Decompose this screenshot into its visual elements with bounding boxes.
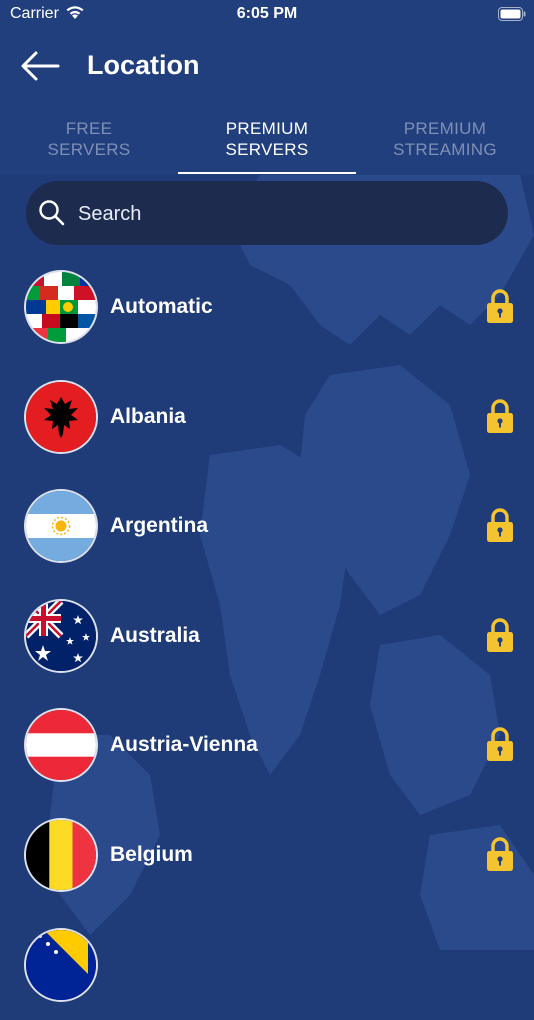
tab-label-line2: SERVERS xyxy=(47,140,131,159)
tab-premium-streaming[interactable]: PREMIUM STREAMING xyxy=(356,118,534,160)
server-row-australia[interactable]: Australia xyxy=(0,581,534,691)
lock-icon xyxy=(487,508,513,542)
austria-flag-icon xyxy=(26,710,96,780)
tab-label-line2: STREAMING xyxy=(393,140,497,159)
server-name: Austria-Vienna xyxy=(110,733,258,756)
server-row-argentina[interactable]: Argentina xyxy=(0,471,534,581)
tab-label-line1: FREE xyxy=(65,119,113,138)
server-name: Australia xyxy=(110,624,200,647)
argentina-flag-icon xyxy=(26,491,96,561)
bosnia-flag-icon xyxy=(26,930,96,1000)
tab-premium-servers[interactable]: PREMIUM SERVERS xyxy=(178,118,356,160)
server-row-albania[interactable]: Albania xyxy=(0,362,534,472)
tab-label-line1: PREMIUM xyxy=(403,119,487,138)
search-bar[interactable]: Search xyxy=(26,181,508,245)
tab-free-servers[interactable]: FREE SERVERS xyxy=(0,118,178,160)
server-tabs: FREE SERVERS PREMIUM SERVERS PREMIUM STR… xyxy=(0,118,534,175)
australia-flag-icon xyxy=(26,601,96,671)
lock-icon xyxy=(487,289,513,323)
back-arrow-icon[interactable] xyxy=(20,50,60,82)
clock: 6:05 PM xyxy=(236,5,298,22)
status-bar: Carrier 6:05 PM xyxy=(0,0,534,28)
server-row-belgium[interactable]: Belgium xyxy=(0,800,534,910)
top-bar: Carrier 6:05 PM Location FREE SERVERS PR… xyxy=(0,0,534,175)
belgium-flag-icon xyxy=(26,820,96,890)
search-icon xyxy=(39,200,65,226)
server-name: Automatic xyxy=(110,295,213,318)
lock-icon xyxy=(487,399,513,433)
tab-label-line2: SERVERS xyxy=(225,140,309,159)
server-name: Belgium xyxy=(110,843,193,866)
search-input[interactable]: Search xyxy=(78,203,141,226)
tab-label-line1: PREMIUM xyxy=(225,119,309,138)
server-row-austria-vienna[interactable]: Austria-Vienna xyxy=(0,690,534,800)
lock-icon xyxy=(487,727,513,761)
server-row-bosnia[interactable] xyxy=(0,910,534,1020)
nav-header: Location xyxy=(0,42,534,92)
lock-icon xyxy=(487,618,513,652)
server-name: Albania xyxy=(110,405,186,428)
globe-flags-icon xyxy=(26,272,96,342)
server-row-automatic[interactable]: Automatic xyxy=(0,252,534,362)
server-name: Argentina xyxy=(110,514,209,537)
battery-icon xyxy=(498,7,526,21)
lock-icon xyxy=(487,837,513,871)
active-tab-indicator xyxy=(178,172,356,174)
albania-flag-icon xyxy=(26,382,96,452)
page-title: Location xyxy=(87,50,200,80)
